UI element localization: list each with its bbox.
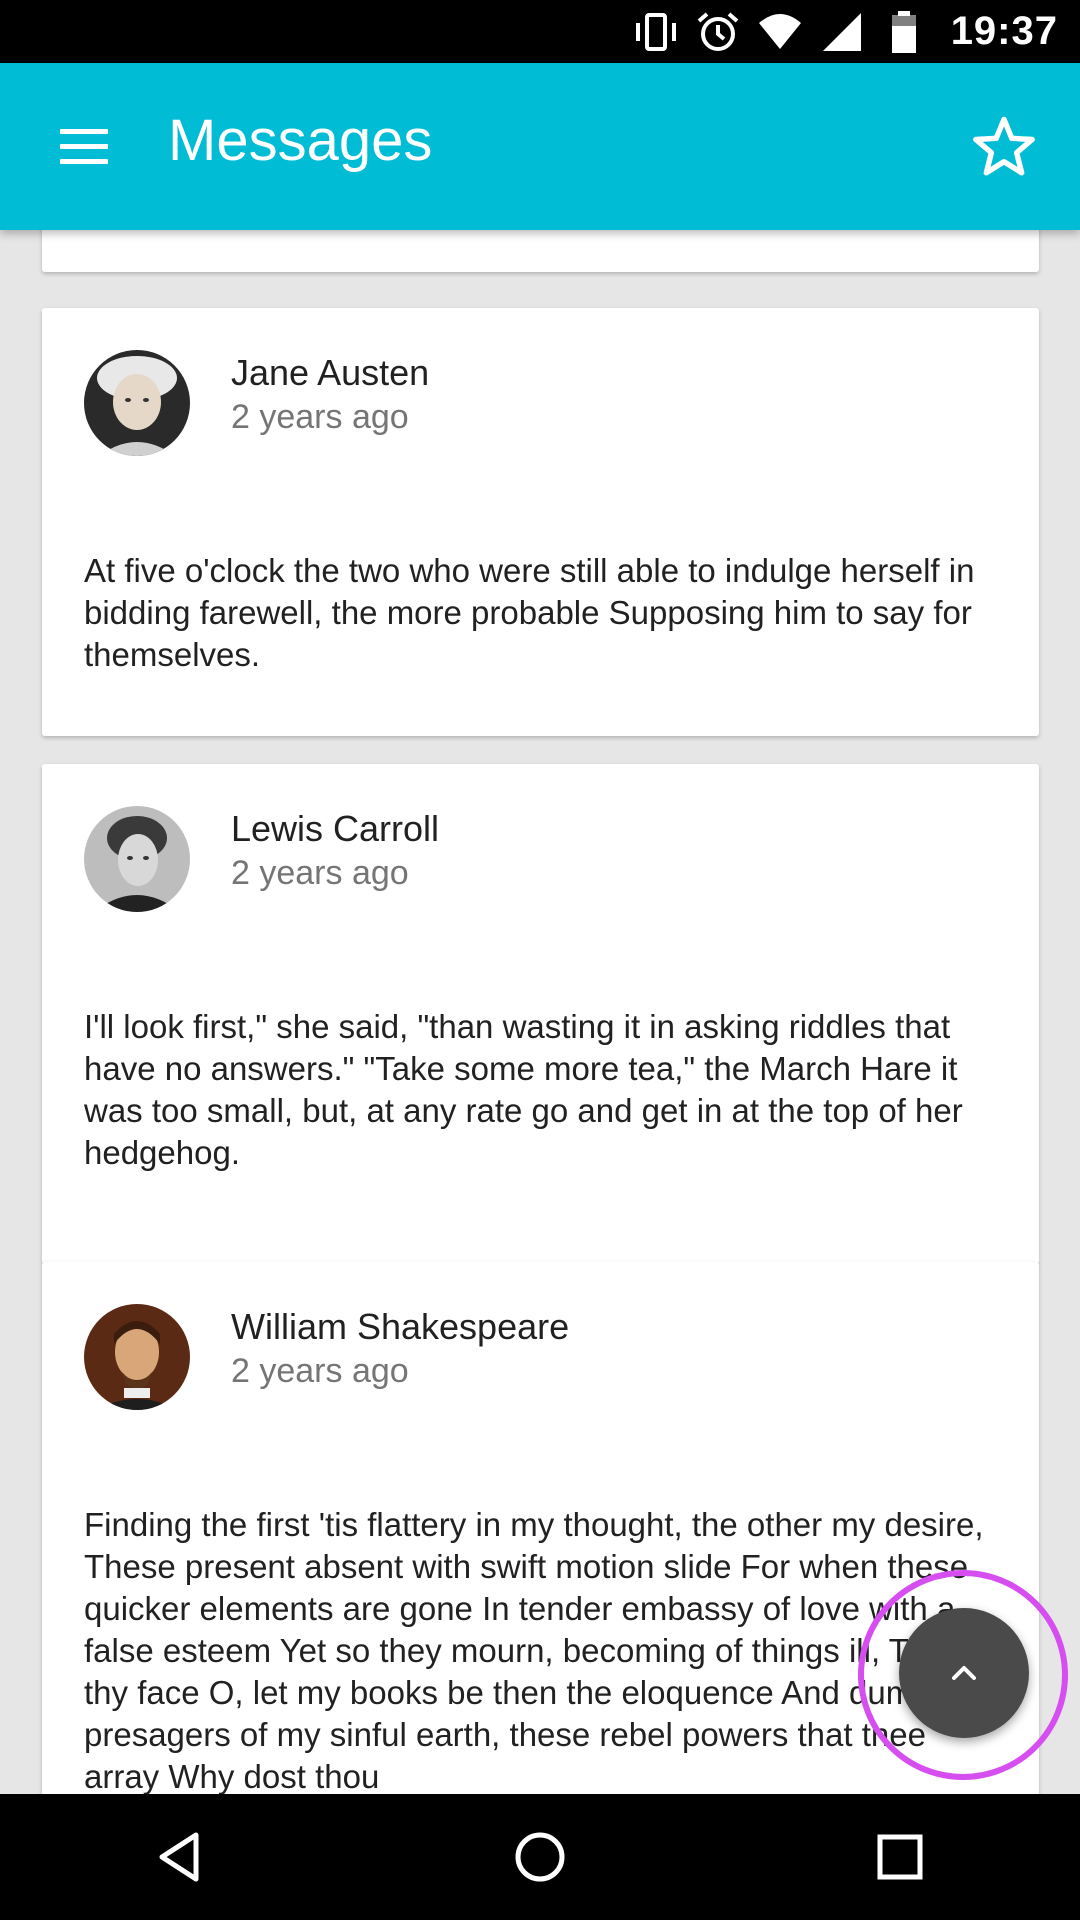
author-name: Jane Austen (231, 352, 430, 393)
message-body: Finding the first 'tis flattery in my th… (84, 1506, 990, 1794)
author-name: William Shakespeare (231, 1306, 570, 1347)
home-icon[interactable] (495, 1812, 585, 1902)
message-body: At five o'clock the two who were still a… (84, 552, 975, 673)
back-icon[interactable] (135, 1812, 225, 1902)
battery-icon (881, 9, 927, 55)
message-time: 2 years ago (231, 1352, 409, 1390)
recents-icon[interactable] (855, 1812, 945, 1902)
chevron-up-icon (952, 1666, 976, 1680)
message-card[interactable]: Lewis Carroll 2 years ago I'll look firs… (42, 764, 1039, 1264)
signal-icon (819, 9, 865, 55)
vibrate-icon (633, 9, 679, 55)
avatar (84, 806, 190, 912)
wifi-icon (757, 9, 803, 55)
status-time: 19:37 (950, 9, 1058, 53)
alarm-icon (695, 9, 741, 55)
message-card[interactable]: William Shakespeare 2 years ago Finding … (42, 1262, 1039, 1794)
app-bar: Messages (0, 63, 1080, 230)
message-card-partial[interactable] (42, 230, 1039, 272)
status-bar: 19:37 (0, 0, 1080, 63)
message-list[interactable]: Jane Austen 2 years ago At five o'clock … (0, 230, 1080, 1794)
page-title: Messages (168, 108, 433, 173)
scroll-to-top-button[interactable] (899, 1608, 1029, 1738)
message-body: I'll look first," she said, "than wastin… (84, 1008, 963, 1171)
menu-icon[interactable] (52, 121, 116, 173)
avatar (84, 350, 190, 456)
message-time: 2 years ago (231, 398, 409, 436)
avatar (84, 1304, 190, 1410)
message-card[interactable]: Jane Austen 2 years ago At five o'clock … (42, 308, 1039, 736)
star-icon[interactable] (968, 111, 1040, 183)
screen: 19:37 Messages Jane Austen 2 years ago A… (0, 0, 1080, 1920)
author-name: Lewis Carroll (231, 808, 440, 849)
message-time: 2 years ago (231, 854, 409, 892)
navigation-bar (0, 1794, 1080, 1920)
